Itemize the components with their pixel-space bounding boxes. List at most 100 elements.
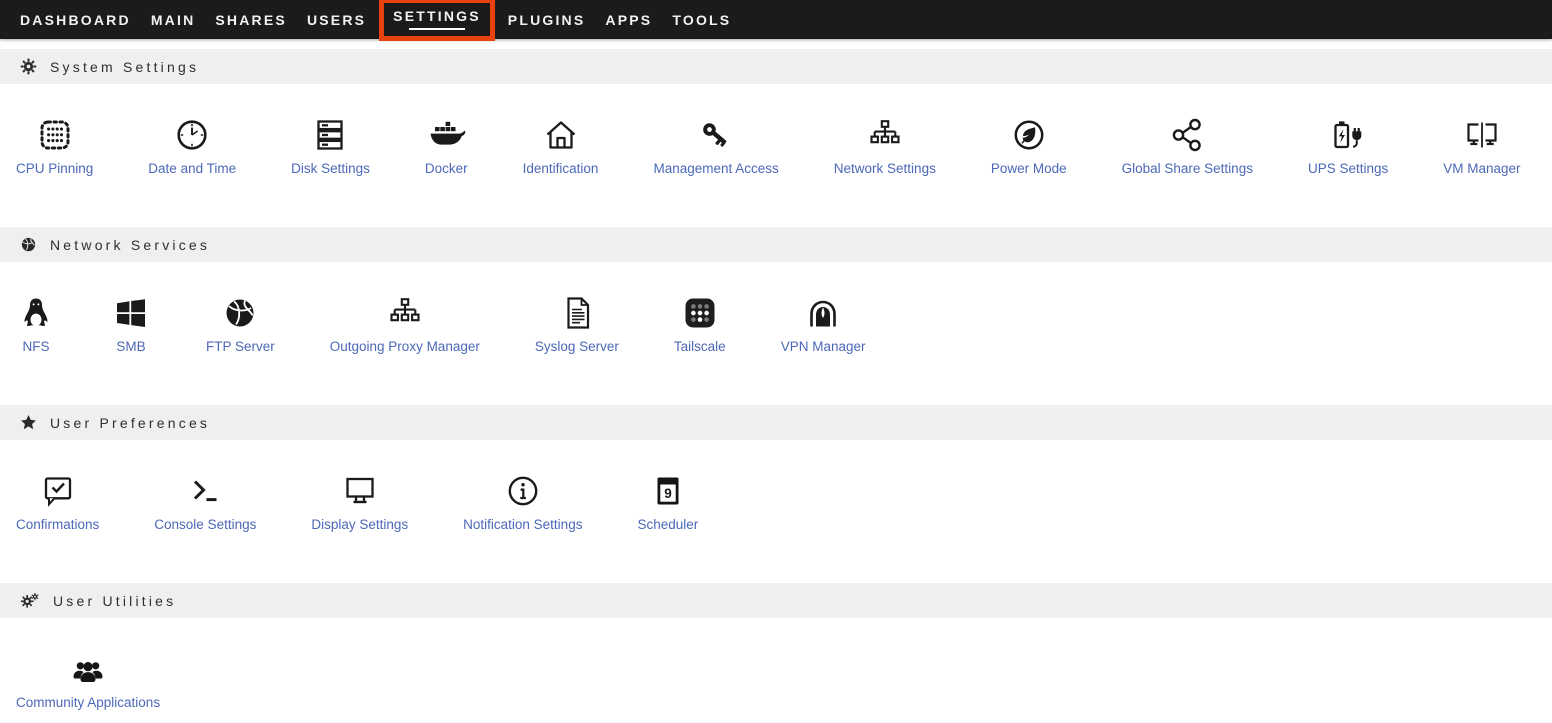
settings-item-global-share-settings[interactable]: Global Share Settings [1122, 113, 1253, 176]
settings-item-label: Disk Settings [291, 161, 370, 176]
server-stack-icon [310, 113, 350, 155]
section-header-network-services: Network Services [0, 227, 1552, 262]
settings-item-label: Date and Time [148, 161, 236, 176]
section-body-network-services: NFS SMB FTP Server Outgoing Proxy Manager Sy… [0, 262, 1552, 405]
settings-item-confirmations[interactable]: Confirmations [16, 469, 99, 532]
settings-item-label: SMB [116, 339, 145, 354]
nav-item-label: PLUGINS [508, 12, 586, 28]
comment-check-icon [38, 469, 78, 511]
settings-item-scheduler[interactable]: 9 Scheduler [637, 469, 698, 532]
settings-item-date-and-time[interactable]: Date and Time [148, 113, 236, 176]
star-icon [20, 414, 37, 431]
info-circle-icon [503, 469, 543, 511]
settings-item-docker[interactable]: Docker [425, 113, 468, 176]
settings-item-notification-settings[interactable]: Notification Settings [463, 469, 582, 532]
settings-item-cpu-pinning[interactable]: CPU Pinning [16, 113, 93, 176]
settings-item-label: Tailscale [674, 339, 726, 354]
settings-item-label: Management Access [653, 161, 778, 176]
settings-item-display-settings[interactable]: Display Settings [311, 469, 408, 532]
svg-text:9: 9 [664, 486, 672, 501]
settings-item-community-applications[interactable]: Community Applications [16, 647, 160, 710]
nav-item-main[interactable]: MAIN [141, 12, 206, 28]
windows-logo-icon [111, 291, 151, 333]
active-tab-underline [409, 28, 465, 30]
settings-item-label: Confirmations [16, 517, 99, 532]
cpu-pinning-icon [35, 113, 75, 155]
clock-icon [172, 113, 212, 155]
settings-item-label: Scheduler [637, 517, 698, 532]
settings-item-label: Identification [523, 161, 599, 176]
monitor-icon [340, 469, 380, 511]
tunnel-arch-icon [803, 291, 843, 333]
nav-item-label: SHARES [215, 12, 287, 28]
settings-item-identification[interactable]: Identification [523, 113, 599, 176]
settings-item-vpn-manager[interactable]: VPN Manager [781, 291, 866, 354]
nav-item-tools[interactable]: TOOLS [662, 12, 741, 28]
nav-item-label: APPS [605, 12, 652, 28]
nav-item-label: SETTINGS [393, 8, 481, 24]
nav-item-users[interactable]: USERS [297, 12, 376, 28]
nav-item-dashboard[interactable]: DASHBOARD [10, 12, 141, 28]
settings-item-label: Console Settings [154, 517, 256, 532]
top-nav: DASHBOARD MAIN SHARES USERS SETTINGS PLUGINS A… [0, 0, 1552, 39]
settings-item-ftp-server[interactable]: FTP Server [206, 291, 275, 354]
nav-item-settings[interactable]: SETTINGS [379, 0, 495, 41]
settings-item-network-settings[interactable]: Network Settings [834, 113, 936, 176]
section-header-system-settings: System Settings [0, 49, 1552, 84]
settings-item-label: Docker [425, 161, 468, 176]
settings-item-vm-manager[interactable]: VM Manager [1443, 113, 1520, 176]
nav-item-shares[interactable]: SHARES [205, 12, 297, 28]
nav-item-apps[interactable]: APPS [595, 12, 662, 28]
settings-item-management-access[interactable]: Management Access [653, 113, 778, 176]
settings-item-label: NFS [23, 339, 50, 354]
users-group-icon [68, 647, 108, 689]
settings-item-power-mode[interactable]: Power Mode [991, 113, 1067, 176]
nav-item-label: MAIN [151, 12, 196, 28]
settings-item-label: Notification Settings [463, 517, 582, 532]
calendar-icon: 9 [648, 469, 688, 511]
section-body-user-preferences: Confirmations Console Settings Display Set… [0, 440, 1552, 583]
home-icon [541, 113, 581, 155]
sitemap-icon [865, 113, 905, 155]
settings-item-label: Power Mode [991, 161, 1067, 176]
settings-item-smb[interactable]: SMB [111, 291, 151, 354]
settings-item-tailscale[interactable]: Tailscale [674, 291, 726, 354]
settings-item-label: Community Applications [16, 695, 160, 710]
battery-plug-icon [1328, 113, 1368, 155]
leaf-circle-icon [1009, 113, 1049, 155]
settings-page: System Settings CPU Pinning Date and Time D… [0, 49, 1552, 723]
settings-item-ups-settings[interactable]: UPS Settings [1308, 113, 1388, 176]
settings-item-nfs[interactable]: NFS [16, 291, 56, 354]
settings-item-syslog-server[interactable]: Syslog Server [535, 291, 619, 354]
key-icon [696, 113, 736, 155]
nav-item-plugins[interactable]: PLUGINS [498, 12, 596, 28]
settings-item-label: Outgoing Proxy Manager [330, 339, 480, 354]
nav-item-label: DASHBOARD [20, 12, 131, 28]
section-title: System Settings [50, 59, 199, 75]
section-user-preferences: User Preferences Confirmations Console Set… [0, 405, 1552, 583]
section-user-utilities: User Utilities Community Applications [0, 583, 1552, 723]
section-header-user-utilities: User Utilities [0, 583, 1552, 618]
nav-item-label: USERS [307, 12, 366, 28]
section-title: User Preferences [50, 415, 210, 431]
section-title: User Utilities [53, 593, 176, 609]
settings-item-label: VM Manager [1443, 161, 1520, 176]
settings-item-disk-settings[interactable]: Disk Settings [291, 113, 370, 176]
gears-icon [20, 592, 40, 609]
globe-solid-icon [220, 291, 260, 333]
tux-penguin-icon [16, 291, 56, 333]
settings-item-label: Global Share Settings [1122, 161, 1253, 176]
section-title: Network Services [50, 237, 210, 253]
settings-item-outgoing-proxy-manager[interactable]: Outgoing Proxy Manager [330, 291, 480, 354]
settings-item-label: Network Settings [834, 161, 936, 176]
settings-item-label: Display Settings [311, 517, 408, 532]
section-network-services: Network Services NFS SMB FTP Server Outgoing… [0, 227, 1552, 405]
settings-item-console-settings[interactable]: Console Settings [154, 469, 256, 532]
settings-item-label: UPS Settings [1308, 161, 1388, 176]
tailscale-dots-icon [680, 291, 720, 333]
section-system-settings: System Settings CPU Pinning Date and Time D… [0, 49, 1552, 227]
settings-item-label: FTP Server [206, 339, 275, 354]
vm-monitors-icon [1462, 113, 1502, 155]
gear-icon [20, 58, 37, 75]
settings-item-label: Syslog Server [535, 339, 619, 354]
